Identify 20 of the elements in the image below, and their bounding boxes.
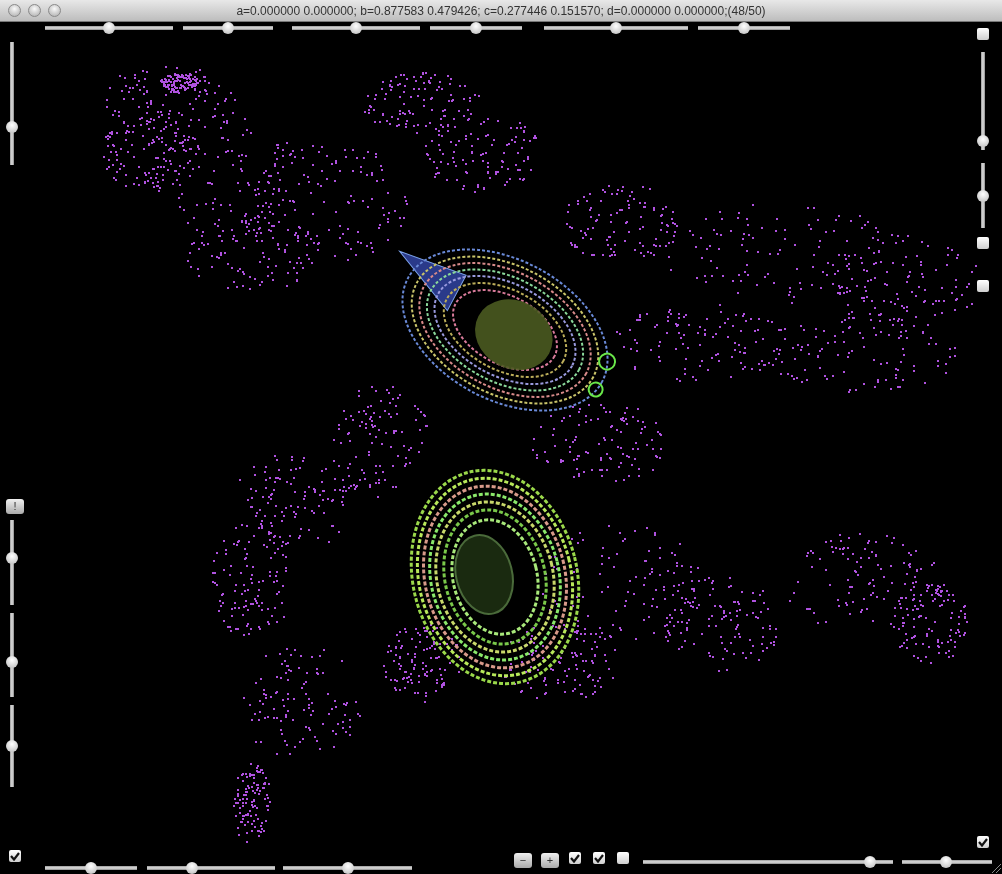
checkbox[interactable] — [569, 852, 581, 864]
window-title: a=0.000000 0.000000; b=0.877583 0.479426; c=0.277446 0.151570; d=0.000000 0.000000;(48/50) — [236, 3, 766, 18]
checkmark-icon — [594, 853, 604, 863]
close-button[interactable] — [8, 4, 21, 17]
checkbox[interactable] — [977, 237, 989, 249]
checkbox[interactable] — [977, 280, 989, 292]
small-button[interactable]: + — [541, 853, 559, 868]
zoom-button[interactable] — [48, 4, 61, 17]
small-button[interactable]: ! — [6, 499, 24, 514]
small-button[interactable]: − — [514, 853, 532, 868]
checkmark-icon — [570, 853, 580, 863]
checkbox[interactable] — [617, 852, 629, 864]
checkbox[interactable] — [9, 850, 21, 862]
checkbox[interactable] — [977, 28, 989, 40]
resize-grip-icon[interactable] — [991, 863, 1002, 874]
minimize-button[interactable] — [28, 4, 41, 17]
checkmark-icon — [10, 851, 20, 861]
checkbox[interactable] — [593, 852, 605, 864]
checkbox[interactable] — [977, 836, 989, 848]
checkmark-icon — [978, 837, 988, 847]
